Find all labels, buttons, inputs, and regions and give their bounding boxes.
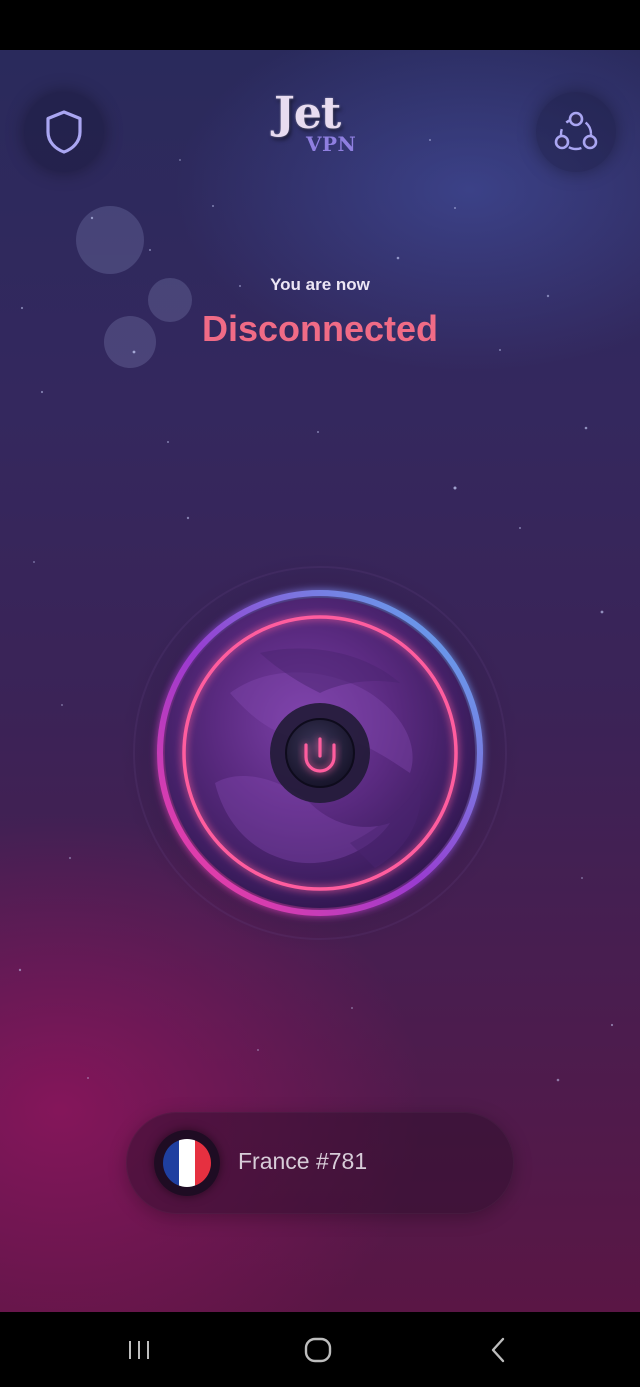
flag-frame: [154, 1130, 220, 1196]
status-bar: [0, 0, 640, 50]
jetvpn-logo: Jet VPN: [270, 88, 374, 160]
back-button[interactable]: [478, 1332, 518, 1368]
server-name: France #781: [238, 1148, 368, 1174]
logo-vpn-text: VPN: [306, 132, 357, 156]
recent-apps-icon: [129, 1341, 149, 1359]
back-icon: [491, 1337, 505, 1363]
home-icon: [304, 1337, 332, 1363]
shield-icon: [46, 110, 82, 154]
privacy-shield-button[interactable]: [24, 92, 104, 172]
app-screen: Jet VPN You are now Disconnected France …: [0, 50, 640, 1312]
france-flag-icon: [163, 1139, 211, 1187]
connection-subtitle: You are now: [270, 275, 370, 294]
power-button-graphic: [120, 553, 520, 953]
share-icon: [554, 111, 598, 151]
connection-status: Disconnected: [201, 308, 439, 349]
share-button[interactable]: [536, 92, 616, 172]
recent-apps-button[interactable]: [119, 1332, 159, 1368]
server-selector[interactable]: France #781: [126, 1112, 514, 1214]
connect-power-button[interactable]: [120, 553, 520, 953]
system-nav-bar: [0, 1312, 640, 1387]
home-button[interactable]: [298, 1332, 338, 1368]
